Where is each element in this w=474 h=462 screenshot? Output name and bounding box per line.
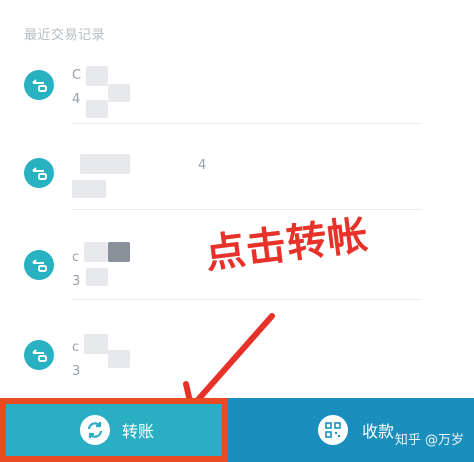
source-watermark: 知乎 @万岁 [394,433,464,448]
recent-transactions-title: 最近交易记录 [24,28,106,43]
blurred-content [86,268,108,286]
transfer-button[interactable]: 转账 [0,398,228,462]
record-extra-fragment: 4 [198,158,207,173]
record-name-fragment: c [72,250,80,265]
refresh-arrows-icon [80,415,110,445]
blurred-content [108,242,130,262]
transfer-record-icon [24,250,54,280]
receive-button[interactable]: 收款 知乎 @万岁 [228,398,474,462]
blurred-content [108,350,130,368]
receive-button-label: 收款 [362,422,395,441]
record-sub-fragment: 3 [72,364,81,379]
qr-code-icon [318,415,348,445]
blurred-content [84,334,108,354]
record-sub-fragment: 4 [72,92,81,107]
transfer-button-label: 转账 [122,422,155,441]
blurred-content [84,242,108,262]
transfer-record-icon [24,340,54,370]
divider [72,123,422,124]
divider [72,299,422,300]
transfer-record-icon [24,70,54,100]
blurred-content [80,154,130,174]
blurred-content [86,66,108,86]
blurred-content [72,180,106,198]
bottom-action-bar: 转账 收款 知乎 @万岁 [0,398,474,462]
divider [72,209,422,210]
record-name-fragment: C [72,68,82,83]
record-sub-fragment: 3 [72,274,81,289]
transaction-record[interactable]: C 4 [0,44,474,124]
transaction-record[interactable]: 4 [0,130,474,210]
blurred-content [108,84,130,102]
record-name-fragment: c [72,340,80,355]
transaction-record[interactable]: c 3 [0,310,474,390]
blurred-content [86,100,108,118]
transfer-record-icon [24,158,54,188]
